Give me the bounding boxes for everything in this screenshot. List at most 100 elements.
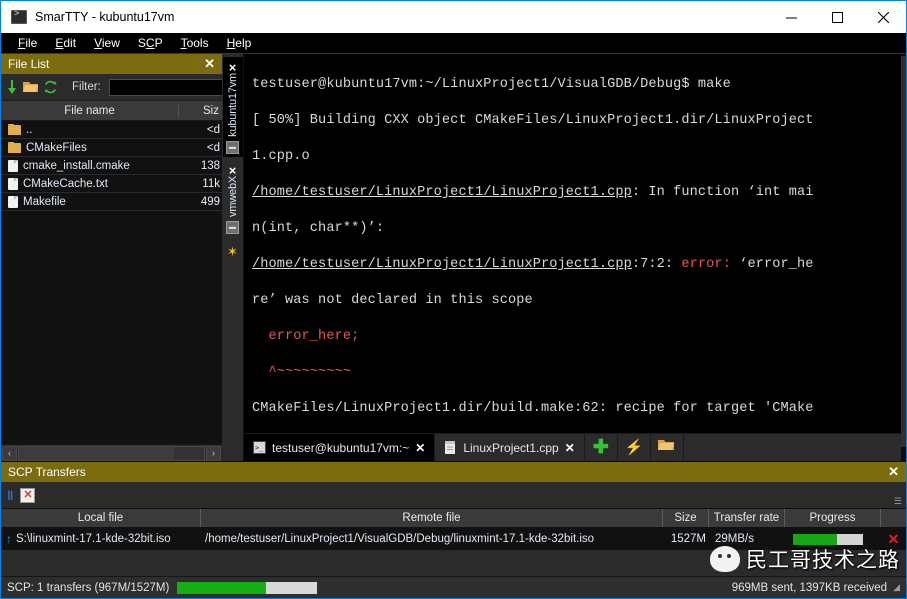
menu-view[interactable]: View (85, 33, 129, 54)
file-list-item[interactable]: .. <d (1, 121, 222, 139)
side-tab-close-icon[interactable]: ✕ (227, 164, 238, 175)
window-title: SmarTTY - kubuntu17vm (35, 10, 175, 24)
smartty-window: SmarTTY - kubuntu17vm File Edit View SCP… (0, 0, 907, 599)
folder-icon (8, 141, 21, 153)
file-icon (8, 159, 18, 172)
menu-help[interactable]: Help (218, 33, 261, 54)
file-name-text: .. (26, 123, 33, 136)
remote-file-cell: /home/testuser/LinuxProject1/VisualGDB/D… (205, 533, 595, 545)
minimize-button[interactable] (768, 1, 814, 33)
file-name-text: Makefile (23, 195, 66, 208)
scp-transfer-row[interactable]: ↑ S:\linuxmint-17.1-kde-32bit.iso /home/… (1, 528, 906, 550)
open-folder-button[interactable] (651, 434, 684, 461)
terminal-output[interactable]: testuser@kubuntu17vm:~/LinuxProject1/Vis… (244, 54, 906, 433)
local-file-cell: ↑ S:\linuxmint-17.1-kde-32bit.iso (1, 532, 201, 546)
file-list-item[interactable]: CMakeFiles <d (1, 139, 222, 157)
new-tab-button[interactable]: ✚ (585, 434, 618, 461)
status-bar: SCP: 1 transfers (967M/1527M) 969MB sent… (1, 576, 906, 598)
status-progress-bar (177, 581, 318, 594)
resize-grip-icon[interactable]: ◢ (893, 582, 900, 593)
scrollbar-thumb[interactable] (19, 446, 175, 460)
column-local-file[interactable]: Local file (1, 509, 201, 527)
close-button[interactable] (860, 1, 906, 33)
side-tab-kubuntu17vm[interactable]: ✕ kubuntu17vm ▬ (222, 57, 243, 157)
terminal-span: testuser@kubuntu17vm:~/LinuxProject1/Vis… (252, 77, 731, 92)
open-folder-icon[interactable] (23, 77, 39, 97)
side-tab-menu-icon[interactable]: ▬ (226, 140, 239, 154)
app-icon (11, 9, 27, 24)
upload-arrow-icon: ↑ (6, 532, 12, 546)
column-size[interactable]: Siz (178, 104, 222, 117)
menu-file[interactable]: File (9, 33, 46, 54)
column-file-name[interactable]: File name (1, 105, 178, 117)
row-cancel-button[interactable]: ✕ (881, 532, 906, 546)
progress-cell (785, 533, 881, 545)
terminal-line: error_here; (252, 328, 906, 346)
menu-edit-rest: dit (63, 35, 77, 50)
terminal-span: : In function ‘int mai (631, 185, 814, 200)
column-transfer-size[interactable]: Size (663, 509, 709, 527)
maximize-button[interactable] (814, 1, 860, 33)
column-transfer-rate[interactable]: Transfer rate (709, 509, 785, 527)
tab-close-icon[interactable]: ✕ (565, 441, 575, 455)
terminal-line: 1.cpp.o (252, 148, 906, 166)
menu-tools-rest: ools (186, 35, 209, 50)
menu-edit[interactable]: Edit (46, 33, 85, 54)
menu-tools[interactable]: Tools (172, 33, 218, 54)
file-list-item[interactable]: Makefile 499 (1, 193, 222, 211)
scp-overflow-grip[interactable]: ☰ (894, 496, 902, 507)
terminal-scrollbar[interactable] (901, 54, 906, 461)
refresh-icon[interactable] (43, 77, 58, 97)
status-scp-text: SCP: 1 transfers (967M/1527M) (7, 581, 170, 594)
status-right: 969MB sent, 1397KB received ◢ (732, 582, 900, 594)
cancel-icon: ✕ (887, 532, 900, 546)
scp-close-icon[interactable]: ✕ (886, 464, 901, 480)
column-actions (881, 509, 906, 527)
folder-icon (8, 123, 21, 135)
tab-editor-file[interactable]: LinuxProject1.cpp ✕ (435, 434, 585, 461)
menu-scp[interactable]: SCP (129, 33, 172, 54)
pause-icon[interactable]: ‖ (7, 488, 14, 503)
scrollbar-track[interactable] (18, 445, 205, 461)
scroll-left-arrow-icon[interactable]: ‹ (2, 445, 17, 461)
file-list-item[interactable]: cmake_install.cmake 138 (1, 157, 222, 175)
download-arrow-icon[interactable] (5, 77, 19, 97)
side-tab-menu-icon[interactable]: ▬ (226, 220, 239, 234)
tab-terminal-session[interactable]: >_ testuser@kubuntu17vm:~ ✕ (244, 434, 436, 461)
cancel-transfer-icon[interactable]: ✕ (20, 487, 36, 503)
lightning-bolt-icon: ⚡ (624, 439, 644, 456)
terminal-line: n(int, char**)’: (252, 220, 906, 238)
terminal-scrollbar-thumb[interactable] (901, 56, 906, 447)
side-tab-vmwebx[interactable]: ✕ vmwebX ▬ (223, 160, 243, 237)
terminal-file-link[interactable]: /home/testuser/LinuxProject1/LinuxProjec… (252, 257, 632, 272)
file-list-close-icon[interactable]: ✕ (202, 56, 217, 72)
column-remote-file[interactable]: Remote file (201, 509, 663, 527)
file-list-horizontal-scrollbar[interactable]: ‹ › (1, 444, 222, 461)
file-name-text: cmake_install.cmake (23, 159, 130, 172)
star-icon[interactable]: ✶ (227, 245, 238, 258)
svg-text:>_: >_ (255, 444, 264, 452)
open-folder-icon (658, 438, 675, 457)
title-bar: SmarTTY - kubuntu17vm (1, 1, 906, 33)
file-name-cell: cmake_install.cmake (1, 159, 178, 172)
file-icon (8, 177, 18, 190)
menu-bar: File Edit View SCP Tools Help (1, 33, 906, 54)
file-name-text: CMakeCache.txt (23, 177, 109, 190)
transfer-size-cell: 1527M (670, 533, 706, 545)
side-tab-close-icon[interactable]: ✕ (227, 61, 238, 72)
terminal-line: re’ was not declared in this scope (252, 292, 906, 310)
side-tab-label: vmwebX (226, 175, 239, 217)
file-list-panel: File List ✕ Filter: ☰ File name (1, 54, 271, 461)
column-progress[interactable]: Progress (785, 509, 881, 527)
terminal-line: [ 50%] Building CXX object CMakeFiles/Li… (252, 112, 906, 130)
tab-close-icon[interactable]: ✕ (415, 441, 425, 455)
scp-title: SCP Transfers (8, 465, 86, 479)
file-name-cell: CMakeFiles (1, 141, 178, 154)
scroll-right-arrow-icon[interactable]: › (206, 445, 221, 461)
file-list-item[interactable]: CMakeCache.txt 11k (1, 175, 222, 193)
file-list-column-header: File name Siz (1, 101, 222, 121)
quick-command-button[interactable]: ⚡ (618, 434, 651, 461)
terminal-file-link[interactable]: /home/testuser/LinuxProject1/LinuxProjec… (252, 185, 632, 200)
window-controls (768, 1, 906, 33)
scp-column-header: Local file Remote file Size Transfer rat… (1, 508, 906, 528)
